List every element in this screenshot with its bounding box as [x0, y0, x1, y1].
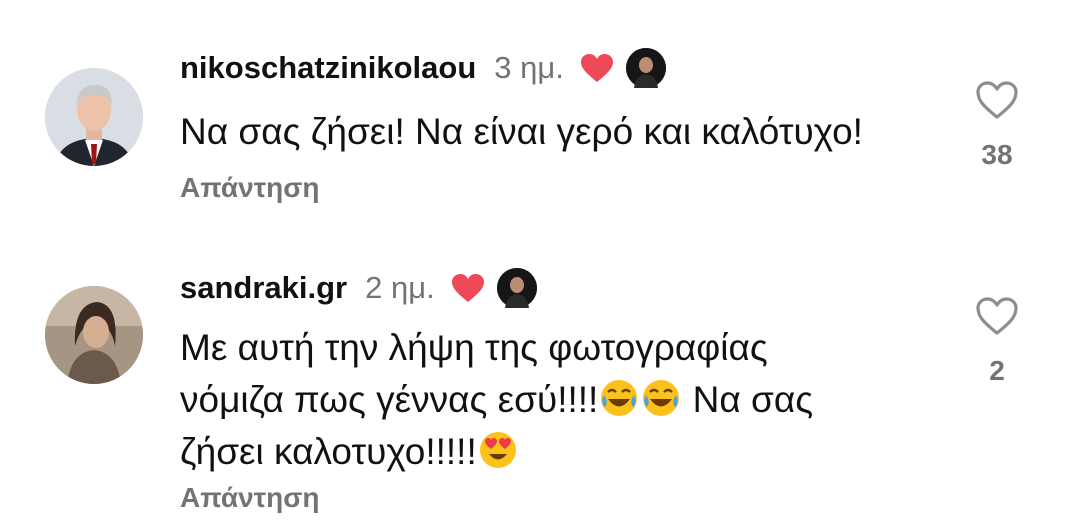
heart-filled-icon [451, 273, 485, 303]
author-avatar [625, 48, 666, 88]
avatar[interactable] [45, 68, 143, 166]
person-portrait-icon [45, 68, 143, 166]
comment-text: Να σας ζήσει! Να είναι γερό και καλότυχο… [180, 111, 863, 152]
heart-outline-icon[interactable] [975, 81, 1019, 124]
reply-button[interactable]: Απάντηση [180, 482, 320, 514]
comment-text-line: Με αυτή την λήψη της φωτογραφίας [180, 327, 768, 368]
face-with-tears-of-joy-icon [599, 378, 639, 418]
like-column: 2 [964, 296, 1030, 387]
face-with-tears-of-joy-icon [641, 378, 681, 418]
username-link[interactable]: sandraki.gr [180, 270, 347, 306]
comment-text-line: νόμιζα πως γέννας εσύ!!!! [180, 379, 599, 420]
author-avatar [496, 268, 537, 308]
like-count: 38 [981, 139, 1013, 170]
timestamp: 2 ημ. [365, 270, 435, 305]
like-count: 2 [989, 355, 1005, 386]
timestamp: 3 ημ. [494, 50, 564, 85]
comment-item: sandraki.gr 2 ημ. Με αυτή την λήψη της φ… [0, 230, 1080, 532]
comment-text-line: ζήσει καλοτυχο!!!!! [180, 431, 477, 472]
comment-item: nikoschatzinikolaou 3 ημ. Να σας ζήσει! … [0, 0, 1080, 230]
comment-text: Με αυτή την λήψη της φωτογραφίας νόμιζα π… [180, 322, 890, 478]
comment-header: sandraki.gr 2 ημ. [180, 266, 537, 310]
heart-outline-icon[interactable] [975, 297, 1019, 340]
comment-header: nikoschatzinikolaou 3 ημ. [180, 46, 666, 90]
username-link[interactable]: nikoschatzinikolaou [180, 50, 476, 86]
like-column: 38 [964, 80, 1030, 171]
person-portrait-icon [45, 286, 143, 384]
avatar[interactable] [45, 286, 143, 384]
reply-button[interactable]: Απάντηση [180, 172, 320, 204]
smiling-face-with-heart-eyes-icon [478, 430, 518, 470]
heart-filled-icon [580, 53, 614, 83]
comment-text-line: Να σας [682, 379, 814, 420]
